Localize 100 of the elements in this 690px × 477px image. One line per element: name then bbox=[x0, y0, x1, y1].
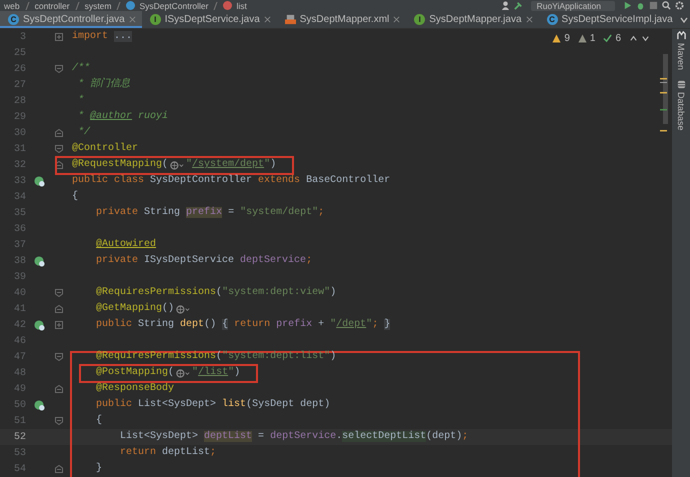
code-text: * 部门信息 bbox=[78, 78, 130, 92]
code-text: } bbox=[96, 462, 102, 476]
chevron-up-icon[interactable] bbox=[629, 34, 638, 43]
code-text: private String prefix = "system/dept"; bbox=[96, 206, 324, 220]
editor-tab[interactable]: SysDeptMapper.xml bbox=[276, 11, 406, 28]
class-icon: C bbox=[546, 14, 558, 25]
line-number: 28 bbox=[12, 96, 26, 106]
code-text: { bbox=[72, 190, 78, 204]
line-number: 47 bbox=[12, 352, 26, 362]
code-text: /** bbox=[72, 62, 90, 76]
editor-tab[interactable]: C SysDeptController.java bbox=[0, 11, 142, 28]
chevron-down-icon[interactable] bbox=[641, 34, 650, 43]
fold-icon[interactable] bbox=[55, 289, 63, 297]
tool-window-button[interactable]: Maven bbox=[676, 31, 686, 70]
weak-warning-icon[interactable] bbox=[578, 34, 587, 43]
code-text: * @author ruoyi bbox=[78, 110, 168, 124]
line-number: 38 bbox=[12, 256, 26, 266]
breadcrumb-item[interactable]: list bbox=[236, 0, 247, 10]
line-number: 50 bbox=[12, 400, 26, 410]
breadcrumb-item[interactable]: SysDeptController bbox=[139, 0, 208, 10]
close-icon[interactable] bbox=[526, 16, 533, 23]
editor-tab[interactable]: I SysDeptMapper.java bbox=[406, 11, 539, 28]
database-icon bbox=[676, 80, 686, 90]
code-text: @RequiresPermissions("system:dept:view") bbox=[96, 286, 336, 300]
breadcrumb-item[interactable]: web bbox=[4, 0, 20, 10]
typo-check-icon[interactable] bbox=[603, 34, 612, 43]
fold-icon[interactable] bbox=[55, 353, 63, 361]
close-icon[interactable] bbox=[393, 16, 400, 23]
search-icon[interactable] bbox=[662, 1, 671, 10]
code-text: @Controller bbox=[72, 142, 138, 156]
editor-tab[interactable]: C SysDeptServiceImpl.java bbox=[538, 11, 679, 28]
fold-icon[interactable] bbox=[55, 385, 63, 393]
expand-icon[interactable] bbox=[55, 321, 63, 329]
warning-icon[interactable] bbox=[552, 34, 562, 43]
globe-icon[interactable] bbox=[176, 368, 190, 378]
line-number: 54 bbox=[12, 464, 26, 474]
warning-count[interactable]: 9 bbox=[564, 33, 570, 44]
user-icon[interactable] bbox=[500, 1, 510, 10]
code-text: "/system/dept") bbox=[186, 158, 276, 172]
code-text: @ResponseBody bbox=[96, 382, 174, 396]
code-text: public class SysDeptController extends BaseController bbox=[72, 174, 390, 188]
code-text: */ bbox=[78, 126, 90, 140]
expand-icon[interactable] bbox=[55, 33, 63, 41]
code-text: @GetMapping() bbox=[96, 302, 174, 316]
editor-tab[interactable]: I ISysDeptService.java bbox=[142, 11, 277, 28]
method-icon bbox=[223, 1, 232, 10]
fold-icon[interactable] bbox=[55, 161, 63, 169]
fold-icon[interactable] bbox=[55, 65, 63, 73]
breadcrumb-item[interactable]: controller bbox=[34, 0, 70, 10]
line-number: 31 bbox=[12, 144, 26, 154]
line-number: 39 bbox=[12, 272, 26, 282]
bean-icon[interactable] bbox=[34, 400, 44, 410]
code-text: return deptList; bbox=[120, 446, 216, 460]
code-text: private ISysDeptService deptService; bbox=[96, 254, 312, 268]
line-number: 46 bbox=[12, 336, 26, 346]
fold-icon[interactable] bbox=[55, 129, 63, 137]
globe-icon[interactable] bbox=[170, 160, 184, 170]
line-number: 42 bbox=[12, 320, 26, 330]
line-number: 30 bbox=[12, 128, 26, 138]
line-number: 51 bbox=[12, 416, 26, 426]
weak-warning-count[interactable]: 1 bbox=[590, 33, 596, 44]
fold-icon[interactable] bbox=[55, 145, 63, 153]
hammer-icon[interactable] bbox=[514, 1, 523, 10]
line-number: 37 bbox=[12, 240, 26, 250]
close-icon[interactable] bbox=[264, 16, 271, 23]
code-text: @RequestMapping( bbox=[72, 158, 168, 172]
code-text: @Autowired bbox=[96, 238, 156, 252]
fold-icon[interactable] bbox=[55, 417, 63, 425]
line-number: 48 bbox=[12, 368, 26, 378]
line-number: 36 bbox=[12, 224, 26, 234]
interface-icon: I bbox=[150, 14, 161, 25]
bean-icon[interactable] bbox=[34, 176, 44, 186]
line-number: 35 bbox=[12, 208, 26, 218]
tool-window-button[interactable]: Database bbox=[676, 80, 686, 131]
interface-icon: I bbox=[414, 14, 426, 25]
run-configuration-dropdown[interactable]: RuoYiApplication bbox=[530, 0, 615, 10]
bean-icon[interactable] bbox=[34, 320, 44, 330]
close-icon[interactable] bbox=[128, 16, 136, 23]
code-text: "/list") bbox=[192, 366, 240, 380]
line-number: 27 bbox=[12, 80, 26, 90]
code-text: public String dept() { return prefix + "/dept"; } bbox=[96, 318, 390, 332]
settings-icon[interactable] bbox=[675, 1, 684, 10]
code-text: * bbox=[78, 94, 84, 108]
maven-icon bbox=[676, 31, 686, 40]
bug-icon[interactable] bbox=[636, 1, 645, 10]
line-number: 25 bbox=[12, 48, 26, 58]
fold-icon[interactable] bbox=[55, 465, 63, 473]
fold-icon[interactable] bbox=[55, 305, 63, 313]
line-number: 40 bbox=[12, 288, 26, 298]
xml-file-icon bbox=[284, 14, 296, 25]
globe-icon[interactable] bbox=[176, 304, 190, 314]
line-number: 32 bbox=[12, 160, 26, 170]
code-text: @RequiresPermissions("system:dept:list") bbox=[96, 350, 336, 364]
stop-icon[interactable] bbox=[649, 1, 658, 10]
breadcrumb-item[interactable]: system bbox=[84, 0, 112, 10]
class-icon bbox=[126, 1, 136, 10]
bean-icon[interactable] bbox=[34, 256, 44, 266]
code-text: @PostMapping( bbox=[96, 366, 174, 380]
line-number: 53 bbox=[12, 448, 26, 458]
typo-count[interactable]: 6 bbox=[615, 33, 621, 44]
